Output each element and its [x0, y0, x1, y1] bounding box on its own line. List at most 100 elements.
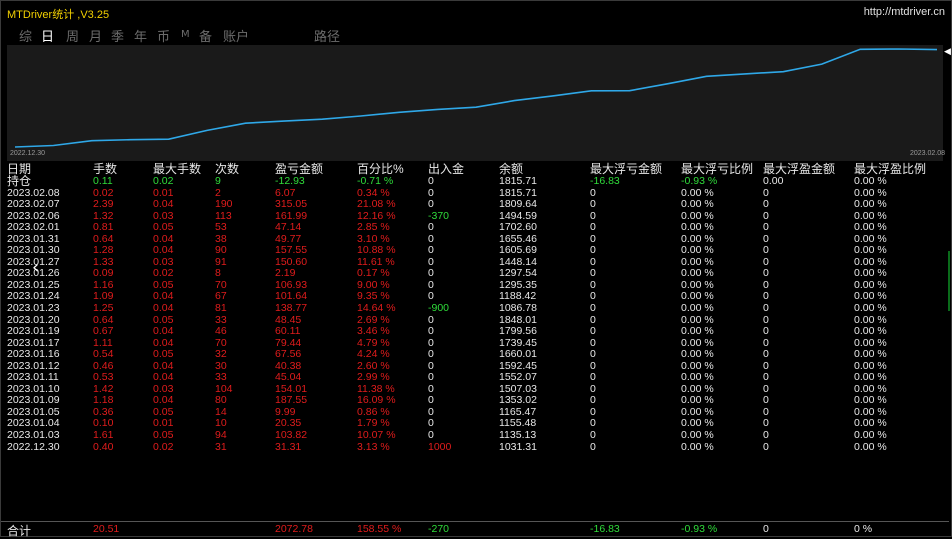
- row-pnl: 31.31: [275, 440, 302, 453]
- table-row[interactable]: 2023.01.04 0.10 0.01 10 20.35 1.79 % 0 1155.48 0…: [1, 418, 949, 430]
- row-pct: 14.64 %: [357, 302, 396, 315]
- total-max-float-profit-pct: 0 %: [854, 523, 873, 535]
- total-label: 合计: [7, 524, 32, 538]
- row-count: 31: [215, 440, 227, 453]
- table-row[interactable]: 2023.01.26 0.09 0.02 8 2.19 0.17 % 0 1297.54 0 0.…: [1, 268, 949, 280]
- row-max-lots: 0.05: [153, 429, 174, 442]
- chevron-left-icon[interactable]: ‹: [32, 259, 39, 277]
- tab-account[interactable]: 账户: [223, 26, 249, 45]
- stats-window: MTDriver统计 ,V3.25 http://mtdriver.cn 综 日…: [0, 0, 952, 538]
- row-lots: 0.40: [93, 440, 114, 453]
- table-row[interactable]: 2023.02.01 0.81 0.05 53 47.14 2.85 % 0 1702.60 0…: [1, 222, 949, 234]
- hold-lots: 0.11: [93, 175, 113, 187]
- row-balance: 1086.78: [499, 302, 537, 315]
- row-pct: 3.13 %: [357, 440, 390, 453]
- tab-notes[interactable]: 备: [199, 26, 212, 45]
- total-max-float-profit: 0: [763, 523, 769, 535]
- table-row[interactable]: 2023.01.25 1.16 0.05 70 106.93 9.00 % 0 1295.35…: [1, 279, 949, 292]
- row-max-float-loss-pct: 0.00 %: [681, 440, 714, 453]
- total-pct: 158.55 %: [357, 523, 402, 535]
- row-lots: 0.67: [93, 325, 114, 338]
- table-row[interactable]: 2023.01.24 1.09 0.04 67 101.64 9.35 % 0 1188.42…: [1, 291, 949, 303]
- table-header: 日期 手数 最大手数 次数 盈亏金额 百分比% 出入金 余额 最大浮亏金额 最大…: [1, 163, 949, 176]
- row-flow: 0: [428, 429, 434, 442]
- table-row[interactable]: 2023.01.31 0.64 0.04 38 49.77 3.10 % 0 1655.46 0…: [1, 233, 949, 246]
- table-row[interactable]: 2023.01.12 0.46 0.04 30 40.38 2.60 % 0 1592.45 0…: [1, 360, 949, 373]
- table-row[interactable]: 2023.02.07 2.39 0.04 190 315.05 21.08 % 0 1809.…: [1, 199, 949, 211]
- row-pct: 2.85 %: [357, 221, 390, 234]
- total-lots: 20.51: [93, 523, 120, 535]
- row-lots: 1.25: [93, 302, 114, 315]
- row-flow: 0: [428, 198, 434, 211]
- row-balance: 1135.13: [499, 429, 537, 442]
- row-count: 190: [215, 198, 233, 211]
- table-row[interactable]: 2023.01.11 0.53 0.04 33 45.04 2.99 % 0 1552.07 0…: [1, 372, 949, 384]
- caret-right-icon[interactable]: ◀: [944, 47, 951, 57]
- tab-path[interactable]: 路径: [314, 26, 340, 45]
- hold-flow: 0: [428, 175, 434, 187]
- title-bar: MTDriver统计 ,V3.25 http://mtdriver.cn: [1, 1, 951, 23]
- row-max-float-profit-pct: 0.00 %: [854, 198, 887, 211]
- hold-pnl: -12.93: [275, 175, 305, 187]
- hold-label: 持仓: [7, 174, 32, 188]
- tab-week[interactable]: 周: [66, 26, 79, 45]
- row-pnl: 103.82: [275, 429, 308, 442]
- tab-currency[interactable]: 币: [157, 26, 170, 45]
- site-link[interactable]: http://mtdriver.cn: [864, 6, 945, 18]
- hold-row[interactable]: 持仓 0.11 0.02 9 -12.93 -0.71 % 0 1815.71 …: [1, 174, 949, 188]
- app-title: MTDriver统计 ,V3.25: [7, 9, 110, 21]
- table-row[interactable]: 2023.01.27 1.33 0.03 91 150.60 11.61 % 0 1448.1…: [1, 256, 949, 269]
- hold-max-float-profit-pct: 0.00 %: [854, 175, 887, 187]
- row-date: 2023.01.23: [7, 302, 60, 315]
- table-row[interactable]: 2023.01.20 0.64 0.05 33 48.45 2.69 % 0 1848.01 0…: [1, 314, 949, 327]
- row-count: 94: [215, 429, 227, 442]
- row-max-lots: 0.04: [153, 325, 174, 338]
- hold-max-float-profit: 0.00: [763, 175, 784, 187]
- tab-day[interactable]: 日: [41, 26, 54, 45]
- tab-magic[interactable]: M: [181, 29, 190, 40]
- row-lots: 0.81: [93, 221, 114, 234]
- row-balance: 1809.64: [499, 198, 537, 211]
- tab-year[interactable]: 年: [134, 26, 147, 45]
- row-lots: 2.39: [93, 198, 114, 211]
- table-row[interactable]: 2023.01.23 1.25 0.04 81 138.77 14.64 % -900 108…: [1, 302, 949, 315]
- row-max-float-profit: 0: [763, 440, 769, 453]
- table-row[interactable]: 2023.01.16 0.54 0.05 32 67.56 4.24 % 0 1660.01 0…: [1, 349, 949, 361]
- row-max-lots: 0.04: [153, 198, 174, 211]
- table-row[interactable]: 2023.02.08 0.02 0.01 2 6.07 0.34 % 0 1815.71 0 0.…: [1, 187, 949, 200]
- tab-month[interactable]: 月: [89, 26, 102, 45]
- row-max-float-profit-pct: 0.00 %: [854, 429, 887, 442]
- row-max-float-loss-pct: 0.00 %: [681, 325, 714, 338]
- chart-end-date: 2023.02.08: [909, 150, 945, 157]
- table-row[interactable]: 2023.01.17 1.11 0.04 70 79.44 4.79 % 0 1739.45 0…: [1, 337, 949, 350]
- row-flow: -900: [428, 302, 450, 315]
- table-row[interactable]: 2023.01.19 0.67 0.04 46 60.11 3.46 % 0 1799.56 0…: [1, 326, 949, 338]
- hold-pct: -0.71 %: [357, 175, 394, 187]
- row-max-float-profit: 0: [763, 221, 769, 234]
- row-pct: 10.07 %: [357, 429, 396, 442]
- row-pnl: 138.77: [275, 302, 308, 315]
- row-balance: 1799.56: [499, 325, 537, 338]
- table-row[interactable]: 2023.01.30 1.28 0.04 90 157.55 10.88 % 0 1605.6…: [1, 245, 949, 257]
- table-row[interactable]: 2023.01.05 0.36 0.05 14 9.99 0.86 % 0 1165.47 0 0…: [1, 406, 949, 419]
- tab-quarter[interactable]: 季: [111, 26, 124, 45]
- total-flow: -270: [428, 523, 450, 535]
- table-row[interactable]: 2023.01.09 1.18 0.04 80 187.55 16.09 % 0 1353.0…: [1, 395, 949, 407]
- row-max-float-loss-pct: 0.00 %: [681, 198, 714, 211]
- balance-chart: [7, 45, 943, 161]
- row-max-float-loss: 0: [590, 429, 596, 442]
- row-lots: 1.61: [93, 429, 114, 442]
- table-row[interactable]: 2023.01.03 1.61 0.05 94 103.82 10.07 % 0 1135.1…: [1, 429, 949, 442]
- row-count: 46: [215, 325, 227, 338]
- hold-count: 9: [215, 175, 221, 187]
- row-flow: 0: [428, 221, 434, 234]
- table-row[interactable]: 2023.02.06 1.32 0.03 113 161.99 12.16 % -370 14…: [1, 210, 949, 223]
- row-pnl: 315.05: [275, 198, 308, 211]
- balance-chart-svg: [14, 48, 938, 148]
- tab-overview[interactable]: 综: [19, 26, 32, 45]
- row-date: 2023.01.03: [7, 429, 60, 442]
- row-pct: 3.46 %: [357, 325, 390, 338]
- row-max-float-profit: 0: [763, 325, 769, 338]
- table-row[interactable]: 2023.01.10 1.42 0.03 104 154.01 11.38 % 0 1507.…: [1, 383, 949, 396]
- table-row[interactable]: 2022.12.30 0.40 0.02 31 31.31 3.13 % 1000 1031.…: [1, 440, 949, 454]
